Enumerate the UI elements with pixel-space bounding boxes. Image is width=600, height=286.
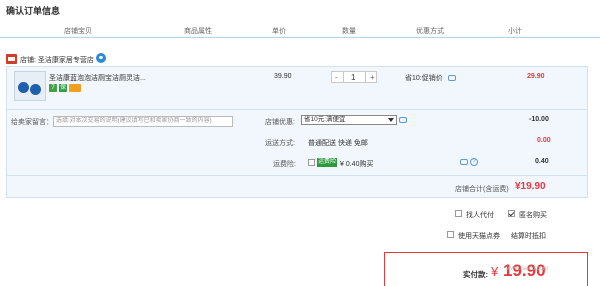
card-payment-icon [69,84,81,92]
anonymous-label: 匿名购买 [519,212,547,219]
shop-icon [6,54,17,64]
insurance-value: 0.40 [535,158,549,165]
order-extras: 给卖家留言： 选填:对本次交易的说明(建议填写已和卖家协商一致的内容) 店铺优惠… [6,110,588,176]
payment-summary: 实付款: ¥ 19.90 [384,252,588,286]
header-col-shop-item: 店铺宝贝 [64,28,92,35]
shop-total-label: 店铺合计(含运费) [455,186,509,193]
table-header: 店铺宝贝 商品属性 单价 数量 优惠方式 小计 [0,20,600,38]
header-col-promotion: 优惠方式 [416,28,444,35]
shipping-label: 运送方式: [265,140,295,147]
payment-currency: ¥ [491,264,499,279]
product-thumbnail[interactable] [14,71,46,101]
page-title: 确认订单信息 [6,6,61,16]
tmall-points-label: 使用天猫点券 [458,233,500,240]
chevron-down-icon [388,118,394,122]
unit-price: 39.90 [274,73,292,80]
tmall-points-checkbox[interactable] [447,231,454,238]
shop-discount-value: -10.00 [529,116,549,123]
anonymous-checkbox[interactable] [508,210,515,217]
watermark: www.baidu.com [506,266,549,272]
product-title-link[interactable]: 圣洁康蓝泡泡洁厕宝洁厕灵洁... [49,73,146,83]
shipping-method: 普通配送 快递 免邮 [308,140,368,147]
find-pay-checkbox[interactable] [455,210,462,217]
message-icon[interactable] [399,117,407,123]
header-col-subtotal: 小计 [508,28,522,35]
message-icon[interactable] [448,75,456,81]
shop-discount-select[interactable]: 省10元:满便宜 [301,115,397,125]
chat-icon[interactable] [96,53,106,63]
shop-total-value: ¥19.90 [515,181,546,192]
seller-message-input[interactable]: 选填:对本次交易的说明(建议填写已和卖家协商一致的内容) [53,116,233,127]
shop-total-row: 店铺合计(含运费) ¥19.90 [6,176,588,198]
find-pay-label: 找人代付 [466,212,494,219]
header-col-attributes: 商品属性 [184,28,212,35]
insurance-checkbox[interactable] [308,159,315,166]
payment-label: 实付款: [463,270,488,279]
insurance-tag: 运费险 [317,158,337,167]
shipping-value: 0.00 [537,137,551,144]
header-col-quantity: 数量 [342,28,356,35]
help-icon[interactable]: ? [470,158,478,166]
quantity-plus-button[interactable]: + [370,73,375,82]
guarantee-icon: 保 [59,84,67,92]
quantity-stepper: - 1 + [331,71,377,83]
item-subtotal: 29.90 [527,73,545,80]
header-col-price: 单价 [272,28,286,35]
memo-label: 给卖家留言： [11,119,53,126]
shop-discount-label: 店铺优惠: [265,119,295,126]
promotion-text: 省10:促销价 [405,75,443,82]
shop-label: 店铺: [20,57,36,64]
quantity-input[interactable]: 1 [351,73,355,82]
shop-name-link[interactable]: 圣洁康家居专营店 [38,57,94,64]
quantity-minus-button[interactable]: - [335,73,338,82]
order-item: 圣洁康蓝泡泡洁厕宝洁厕灵洁... 7 保 39.90 - 1 + 省10:促销价… [6,66,588,110]
message-icon[interactable] [460,159,468,165]
points-deduct-label: 结算时抵扣 [511,233,546,240]
seven-day-return-icon: 7 [49,84,57,92]
insurance-price: ¥ 0.40购买 [340,161,374,168]
insurance-label: 运费险: [273,161,296,168]
